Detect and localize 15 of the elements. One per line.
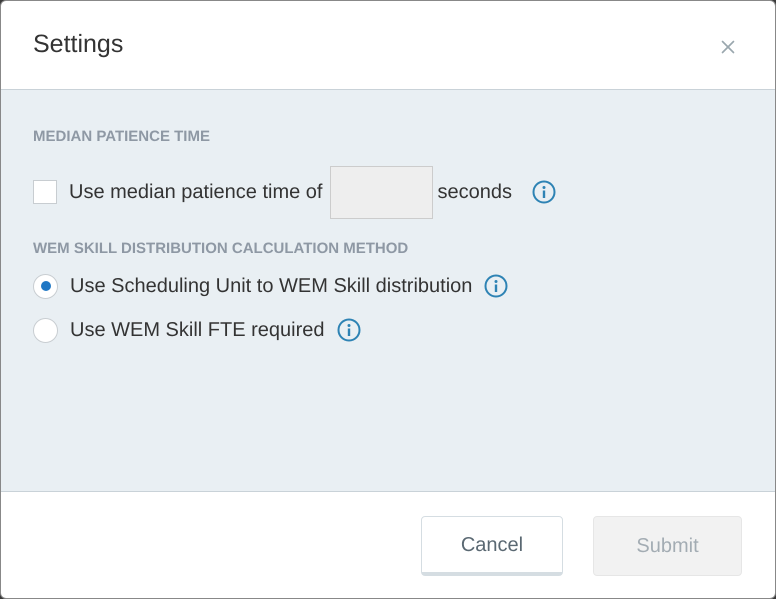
section-heading: WEM SKILL DISTRIBUTION CALCULATION METHOD bbox=[33, 238, 410, 258]
info-icon[interactable] bbox=[532, 180, 556, 204]
radio-button[interactable] bbox=[33, 318, 58, 342]
section-heading: MEDIAN PATIENCE TIME bbox=[33, 127, 211, 147]
seconds-field[interactable] bbox=[330, 166, 434, 218]
info-icon[interactable] bbox=[336, 318, 360, 342]
checkbox[interactable] bbox=[33, 180, 57, 204]
radio-label: Use WEM Skill FTE required bbox=[70, 318, 324, 343]
action-button[interactable]: Cancel bbox=[421, 516, 563, 576]
checkbox-label: Use median patience time of bbox=[69, 180, 322, 205]
radio-button[interactable] bbox=[33, 274, 58, 298]
radio-label: Use Scheduling Unit to WEM Skill distribution bbox=[70, 274, 472, 299]
info-icon[interactable] bbox=[484, 274, 508, 298]
unit-label: seconds bbox=[437, 180, 512, 205]
dialog-title: Settings bbox=[33, 29, 124, 60]
